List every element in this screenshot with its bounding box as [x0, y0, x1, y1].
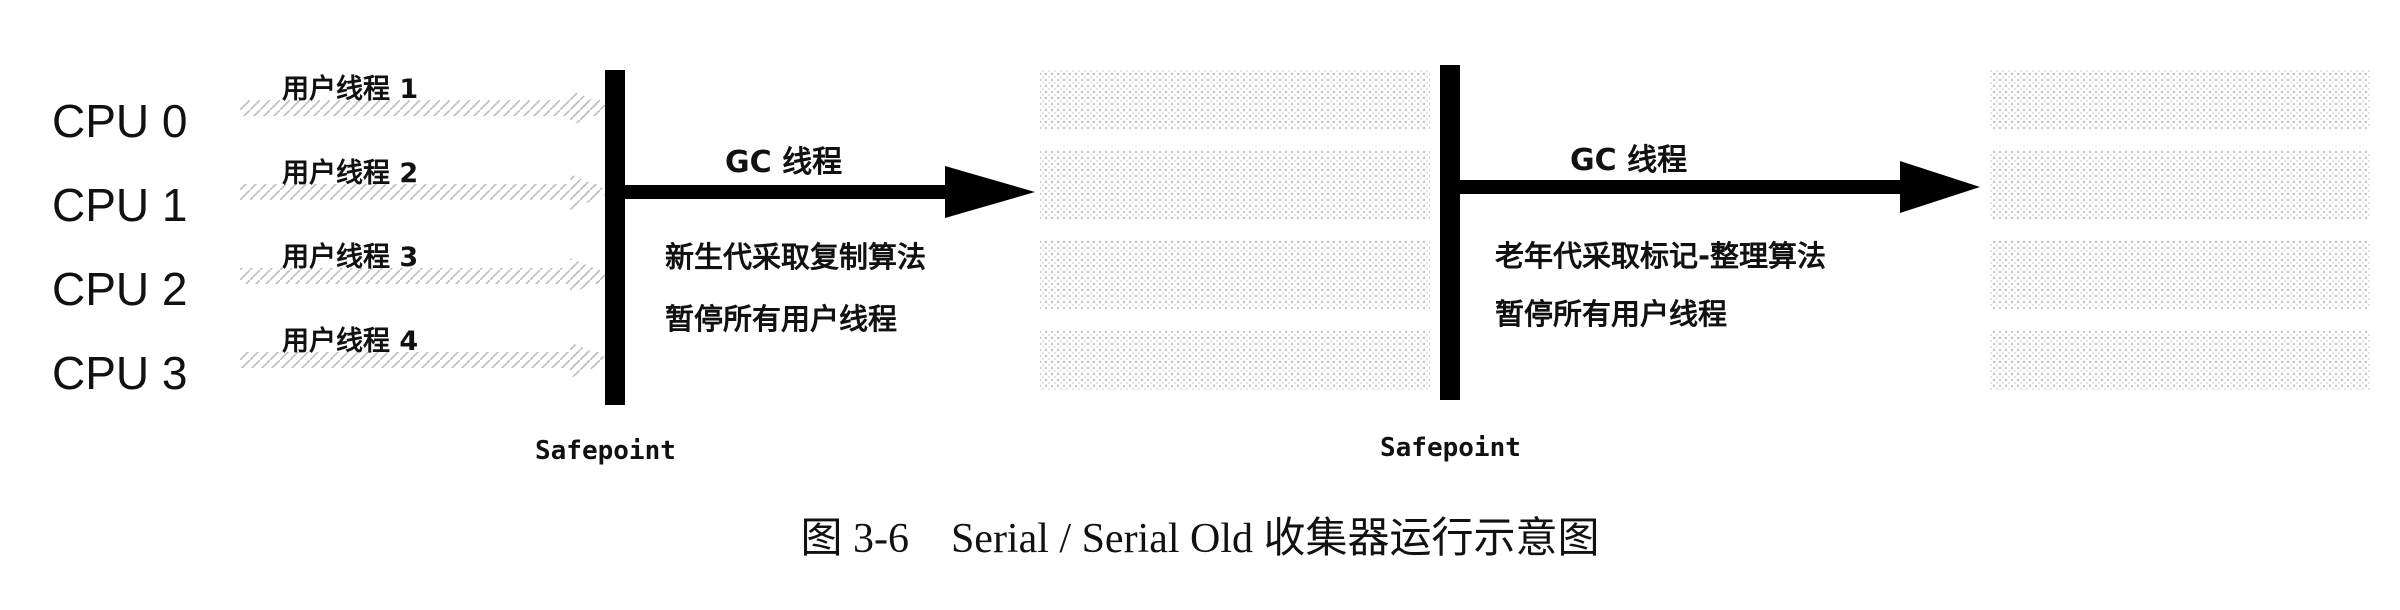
phase1-desc-line1: 新生代采取复制算法	[665, 240, 927, 274]
resumed-threads-end	[1990, 70, 2370, 390]
gc-thread-arrow-1-shaft	[625, 185, 965, 199]
cpu-label-3: CPU 3	[52, 347, 188, 399]
gc-thread-arrowhead-1	[945, 166, 1035, 218]
paused-threads-middle	[1040, 70, 1430, 390]
user-thread-label-2: 用户线程 2	[282, 158, 419, 189]
user-thread-label-4: 用户线程 4	[282, 326, 419, 357]
user-thread-label-3: 用户线程 3	[282, 242, 419, 273]
gc-thread-label-2: GC 线程	[1570, 143, 1688, 178]
safepoint-bar-2	[1440, 65, 1460, 400]
figure-caption: 图 3-6 Serial / Serial Old 收集器运行示意图	[800, 516, 1600, 562]
safepoint-label-1: Safepoint	[535, 436, 676, 466]
safepoint-bar-1	[605, 70, 625, 405]
gc-thread-arrowhead-2	[1900, 161, 1980, 213]
user-thread-label-1: 用户线程 1	[282, 74, 419, 105]
cpu-label-2: CPU 2	[52, 263, 188, 315]
phase2-desc-line2: 暂停所有用户线程	[1495, 297, 1728, 331]
phase2-desc-line1: 老年代采取标记-整理算法	[1495, 239, 1827, 273]
cpu-label-0: CPU 0	[52, 95, 188, 147]
cpu-label-1: CPU 1	[52, 179, 188, 231]
gc-thread-arrow-2-shaft	[1460, 180, 1920, 194]
safepoint-label-2: Safepoint	[1380, 433, 1521, 463]
phase1-desc-line2: 暂停所有用户线程	[665, 302, 898, 336]
gc-thread-label-1: GC 线程	[725, 145, 843, 180]
